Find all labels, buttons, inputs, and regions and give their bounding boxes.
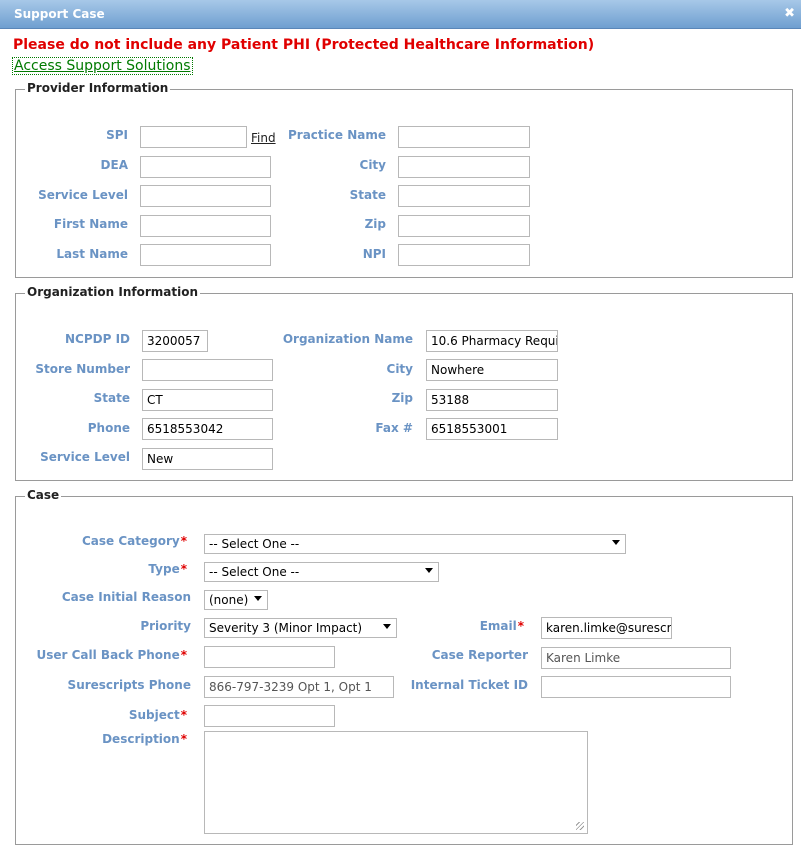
- required-marker: *: [180, 732, 187, 746]
- ncpdp-id-input[interactable]: 3200057: [142, 330, 208, 352]
- first-name-input[interactable]: [140, 215, 271, 237]
- required-marker: *: [180, 534, 187, 548]
- phi-warning: Please do not include any Patient PHI (P…: [13, 37, 595, 53]
- org-service-level-label: Service Level: [40, 450, 130, 464]
- org-zip-label: Zip: [391, 391, 413, 405]
- case-initial-reason-value: (none): [209, 593, 249, 607]
- type-label-text: Type: [148, 562, 180, 576]
- resize-grip-icon[interactable]: [576, 822, 584, 830]
- find-link[interactable]: Find: [251, 131, 276, 145]
- close-icon[interactable]: ✖: [784, 6, 795, 21]
- organization-name-input[interactable]: 10.6 Pharmacy Requi: [426, 330, 558, 352]
- ncpdp-id-label: NCPDP ID: [64, 332, 130, 346]
- user-call-back-phone-label-text: User Call Back Phone: [36, 648, 180, 662]
- practice-name-input[interactable]: [398, 126, 530, 148]
- priority-value: Severity 3 (Minor Impact): [209, 621, 363, 635]
- priority-select[interactable]: Severity 3 (Minor Impact): [204, 618, 397, 638]
- npi-input[interactable]: [398, 244, 530, 266]
- subject-label: Subject*: [30, 708, 187, 722]
- required-marker: *: [180, 708, 187, 722]
- spi-input[interactable]: [140, 126, 247, 148]
- case-category-value: -- Select One --: [209, 537, 300, 551]
- provider-service-level-input[interactable]: [140, 185, 271, 207]
- provider-city-label: City: [359, 158, 386, 172]
- case-reporter-input[interactable]: Karen Limke: [541, 647, 731, 669]
- dialog-titlebar: Support Case ✖: [0, 0, 801, 29]
- chevron-down-icon: [425, 568, 433, 573]
- org-state-label: State: [93, 391, 130, 405]
- case-category-label-text: Case Category: [82, 534, 180, 548]
- spi-label: SPI: [106, 128, 128, 142]
- provider-state-input[interactable]: [398, 185, 530, 207]
- organization-information-section: Organization Information: [15, 285, 793, 481]
- description-label-text: Description: [102, 732, 180, 746]
- email-label-text: Email: [479, 619, 517, 633]
- provider-state-label: State: [349, 188, 386, 202]
- fax-input[interactable]: 6518553001: [426, 418, 558, 440]
- type-label: Type*: [30, 562, 187, 576]
- case-category-label: Case Category*: [30, 534, 187, 548]
- phone-input[interactable]: 6518553042: [142, 418, 273, 440]
- npi-label: NPI: [362, 247, 386, 261]
- store-number-label: Store Number: [35, 362, 130, 376]
- user-call-back-phone-label: User Call Back Phone*: [30, 648, 188, 662]
- type-select[interactable]: -- Select One --: [204, 562, 439, 582]
- last-name-input[interactable]: [140, 244, 271, 266]
- user-call-back-phone-input[interactable]: [204, 646, 335, 668]
- required-marker: *: [517, 619, 524, 633]
- provider-zip-input[interactable]: [398, 215, 530, 237]
- case-initial-reason-label: Case Initial Reason: [61, 590, 191, 604]
- phone-label: Phone: [87, 421, 130, 435]
- case-reporter-label: Case Reporter: [431, 648, 528, 662]
- surescripts-phone-input[interactable]: 866-797-3239 Opt 1, Opt 1: [204, 676, 394, 698]
- dea-input[interactable]: [140, 156, 271, 178]
- store-number-input[interactable]: [142, 359, 273, 381]
- dialog-title: Support Case: [14, 7, 105, 21]
- org-city-label: City: [386, 362, 413, 376]
- org-service-level-input[interactable]: New: [142, 448, 273, 470]
- subject-input[interactable]: [204, 705, 335, 727]
- chevron-down-icon: [254, 596, 262, 601]
- internal-ticket-id-input[interactable]: [541, 676, 731, 698]
- dea-label: DEA: [100, 158, 128, 172]
- practice-name-label: Practice Name: [288, 128, 386, 142]
- surescripts-phone-label: Surescripts Phone: [67, 678, 191, 692]
- required-marker: *: [180, 648, 187, 662]
- case-category-select[interactable]: -- Select One --: [204, 534, 626, 554]
- priority-label: Priority: [140, 619, 191, 633]
- first-name-label: First Name: [53, 217, 128, 231]
- provider-information-legend: Provider Information: [25, 81, 171, 95]
- organization-name-label: Organization Name: [282, 332, 413, 346]
- case-legend: Case: [25, 488, 62, 502]
- required-marker: *: [180, 562, 187, 576]
- description-label: Description*: [30, 732, 187, 746]
- description-textarea[interactable]: [204, 731, 588, 834]
- email-input[interactable]: karen.limke@surescri: [541, 617, 672, 639]
- case-initial-reason-select[interactable]: (none): [204, 590, 268, 610]
- last-name-label: Last Name: [56, 247, 128, 261]
- provider-city-input[interactable]: [398, 156, 530, 178]
- chevron-down-icon: [383, 624, 391, 629]
- chevron-down-icon: [612, 540, 620, 545]
- access-support-solutions-link[interactable]: Access Support Solutions: [12, 57, 193, 75]
- email-label: Email*: [410, 619, 524, 633]
- org-city-input[interactable]: Nowhere: [426, 359, 558, 381]
- org-state-input[interactable]: CT: [142, 389, 273, 411]
- fax-label: Fax #: [375, 421, 413, 435]
- subject-label-text: Subject: [128, 708, 180, 722]
- type-value: -- Select One --: [209, 565, 300, 579]
- org-zip-input[interactable]: 53188: [426, 389, 558, 411]
- internal-ticket-id-label: Internal Ticket ID: [410, 678, 528, 692]
- organization-information-legend: Organization Information: [25, 285, 200, 299]
- provider-service-level-label: Service Level: [38, 188, 128, 202]
- provider-zip-label: Zip: [364, 217, 386, 231]
